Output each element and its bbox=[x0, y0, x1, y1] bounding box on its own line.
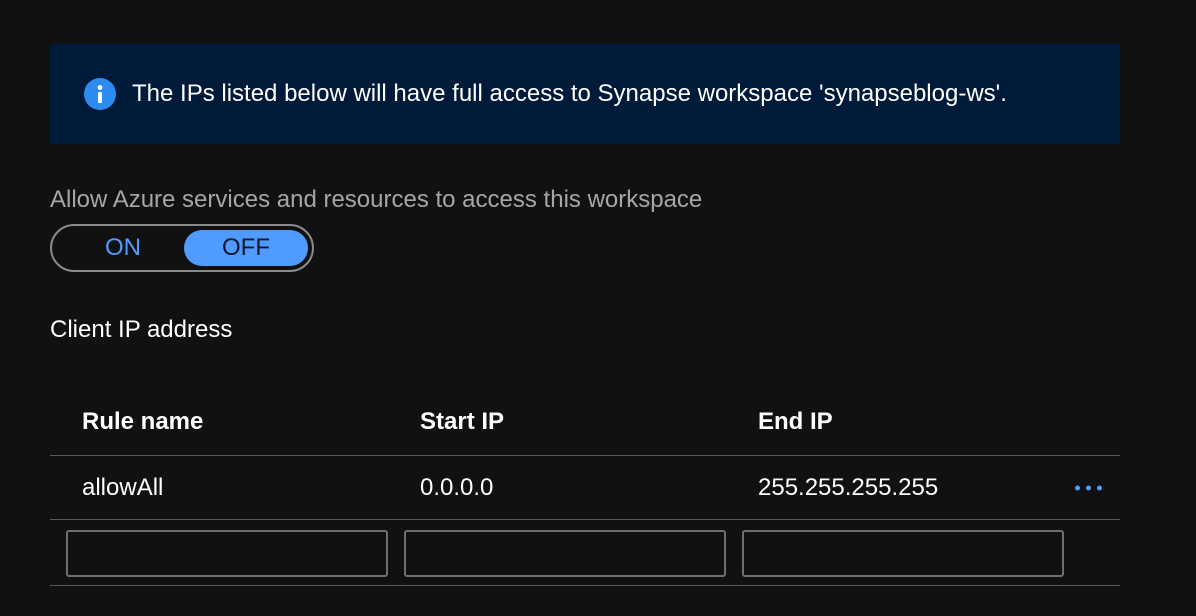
allow-azure-services-label: Allow Azure services and resources to ac… bbox=[50, 186, 703, 213]
dot bbox=[1086, 485, 1091, 490]
allow-azure-services-toggle[interactable]: ON OFF bbox=[50, 224, 314, 272]
dot bbox=[1075, 485, 1080, 490]
new-rule-row bbox=[50, 520, 1120, 586]
start-ip-cell: 0.0.0.0 bbox=[420, 473, 494, 501]
column-header-start-ip: Start IP bbox=[420, 407, 505, 435]
column-header-rule-name: Rule name bbox=[82, 407, 204, 435]
toggle-on-option[interactable]: ON bbox=[62, 230, 184, 266]
more-horizontal-icon[interactable] bbox=[1071, 481, 1106, 494]
table-row: allowAll 0.0.0.0 255.255.255.255 bbox=[50, 456, 1120, 520]
firewall-rules-table: Rule name Start IP End IP allowAll 0.0.0… bbox=[50, 388, 1120, 586]
new-end-ip-input[interactable] bbox=[742, 530, 1064, 577]
toggle-off-option[interactable]: OFF bbox=[184, 230, 308, 266]
end-ip-cell: 255.255.255.255 bbox=[758, 473, 939, 501]
rule-name-cell: allowAll bbox=[82, 473, 164, 501]
new-rule-name-input[interactable] bbox=[66, 530, 388, 577]
info-banner-text: The IPs listed below will have full acce… bbox=[132, 80, 1007, 107]
table-header-row: Rule name Start IP End IP bbox=[50, 388, 1120, 456]
new-start-ip-input[interactable] bbox=[404, 530, 726, 577]
dot bbox=[1097, 485, 1102, 490]
column-header-end-ip: End IP bbox=[758, 407, 833, 435]
client-ip-title: Client IP address bbox=[50, 316, 233, 343]
info-banner: The IPs listed below will have full acce… bbox=[50, 44, 1120, 144]
info-icon bbox=[84, 78, 116, 110]
